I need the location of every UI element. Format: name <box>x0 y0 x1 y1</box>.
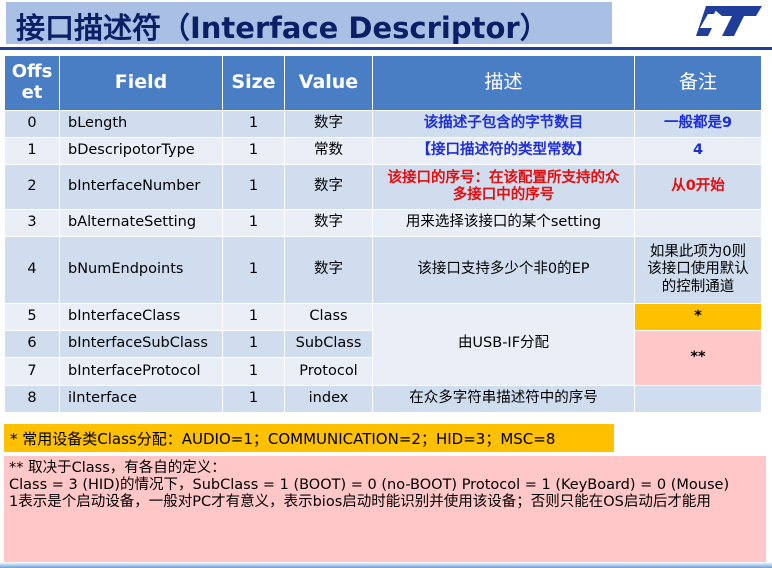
cell-note <box>634 384 762 414</box>
table-header-row: Offset Field Size Value 描述 备注 <box>4 55 762 111</box>
cell-offset: 7 <box>4 357 60 386</box>
common-class-note: * 常用设备类Class分配：AUDIO=1；COMMUNICATION=2；H… <box>4 424 614 452</box>
cell-size: 1 <box>222 302 285 332</box>
header-offset: Offset <box>4 55 60 111</box>
cell-size: 1 <box>222 384 285 414</box>
cell-note: 一般都是9 <box>634 109 762 138</box>
subclass-note-box: ** 取决于Class，有各自的定义： Class = 3 (HID)的情况下，… <box>4 456 766 565</box>
cell-offset: 5 <box>4 302 60 332</box>
cell-field: bInterfaceNumber <box>59 164 223 210</box>
cell-offset: 8 <box>4 384 60 414</box>
cell-description: 【接口描述符的类型常数】 <box>372 136 635 166</box>
table-row: 0 bLength 1 数字 该描述子包含的字节数目 一般都是9 <box>4 109 762 138</box>
cell-offset: 4 <box>4 235 60 304</box>
cell-description: 该描述子包含的字节数目 <box>372 109 635 138</box>
cell-size: 1 <box>222 208 285 237</box>
table-row: 3 bAlternateSetting 1 数字 用来选择该接口的某个setti… <box>4 208 762 237</box>
cell-value: SubClass <box>284 330 373 359</box>
cell-description-merged: 由USB-IF分配 <box>372 302 635 386</box>
cell-description: 该接口支持多少个非0的EP <box>372 235 635 304</box>
table-row: 1 bDescripotorType 1 常数 【接口描述符的类型常数】 4 <box>4 136 762 166</box>
cell-size: 1 <box>222 164 285 210</box>
cell-field: bAlternateSetting <box>59 208 223 237</box>
cell-value: 数字 <box>284 208 373 237</box>
cell-value: index <box>284 384 373 414</box>
cell-size: 1 <box>222 357 285 386</box>
header-description: 描述 <box>372 55 635 111</box>
header-size: Size <box>222 55 285 111</box>
cell-size: 1 <box>222 235 285 304</box>
header-note: 备注 <box>634 55 762 111</box>
table-row: 4 bNumEndpoints 1 数字 该接口支持多少个非0的EP 如果此项为… <box>4 235 762 304</box>
cell-size: 1 <box>222 109 285 138</box>
cell-description: 在众多字符串描述符中的序号 <box>372 384 635 414</box>
title-divider <box>0 47 772 50</box>
cell-offset: 1 <box>4 136 60 166</box>
cell-note: 从0开始 <box>634 164 762 210</box>
st-logo-icon <box>696 6 762 36</box>
cell-offset: 2 <box>4 164 60 210</box>
cell-value: Protocol <box>284 357 373 386</box>
title-band: 接口描述符（Interface Descriptor） <box>6 2 612 45</box>
cell-note: 4 <box>634 136 762 166</box>
footer-strip <box>0 562 772 568</box>
cell-size: 1 <box>222 136 285 166</box>
cell-note: ** <box>634 330 762 386</box>
cell-note <box>634 208 762 237</box>
cell-field: bLength <box>59 109 223 138</box>
subclass-note-line: 1表示是个启动设备，一般对PC才有意义，表示bios启动时能识别并使用该设备；否… <box>9 494 711 510</box>
page-title: 接口描述符（Interface Descriptor） <box>16 11 549 45</box>
cell-field: bInterfaceClass <box>59 302 223 332</box>
interface-descriptor-table: Offset Field Size Value 描述 备注 0 bLength … <box>4 55 762 414</box>
cell-offset: 0 <box>4 109 60 138</box>
cell-note: * <box>634 302 762 332</box>
cell-value: 数字 <box>284 109 373 138</box>
table-row: 2 bInterfaceNumber 1 数字 该接口的序号：在该配置所支持的众… <box>4 164 762 210</box>
cell-field: bInterfaceSubClass <box>59 330 223 359</box>
table-row: 8 iInterface 1 index 在众多字符串描述符中的序号 <box>4 384 762 414</box>
cell-description: 该接口的序号：在该配置所支持的众多接口中的序号 <box>372 164 635 210</box>
cell-description: 用来选择该接口的某个setting <box>372 208 635 237</box>
cell-offset: 3 <box>4 208 60 237</box>
header-field: Field <box>59 55 223 111</box>
cell-size: 1 <box>222 330 285 359</box>
cell-field: bInterfaceProtocol <box>59 357 223 386</box>
cell-field: bNumEndpoints <box>59 235 223 304</box>
table-row: 5 bInterfaceClass 1 Class 由USB-IF分配 * <box>4 302 762 386</box>
cell-note: 如果此项为0则该接口使用默认的控制通道 <box>634 235 762 304</box>
cell-value: 数字 <box>284 235 373 304</box>
cell-offset: 6 <box>4 330 60 359</box>
cell-field: bDescripotorType <box>59 136 223 166</box>
subclass-note-line: ** 取决于Class，有各自的定义： <box>9 460 226 476</box>
header-value: Value <box>284 55 373 111</box>
cell-value: Class <box>284 302 373 332</box>
cell-field: iInterface <box>59 384 223 414</box>
subclass-note-line: Class = 3 (HID)的情况下，SubClass = 1 (BOOT) … <box>9 477 730 493</box>
cell-value: 数字 <box>284 164 373 210</box>
cell-value: 常数 <box>284 136 373 166</box>
